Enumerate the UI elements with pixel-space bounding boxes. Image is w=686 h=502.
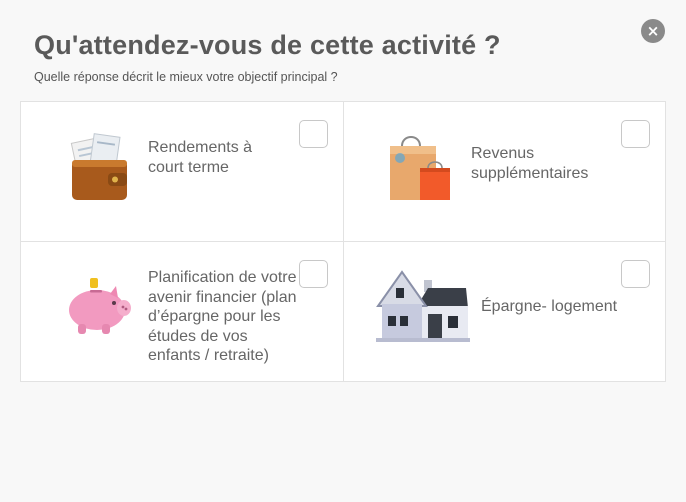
shopping-bags-icon — [390, 136, 450, 200]
option-additional-income[interactable]: Revenus supplémentaires — [343, 102, 665, 241]
option-label: Planification de votre avenir financier … — [148, 269, 297, 364]
options-grid: Rendements à court terme Revenus supplém… — [20, 101, 666, 382]
option-checkbox[interactable] — [299, 120, 328, 148]
piggy-bank-icon — [69, 278, 131, 334]
option-short-term-returns[interactable]: Rendements à court terme — [21, 102, 343, 241]
option-label: Épargne- logement — [481, 298, 618, 315]
option-home-savings[interactable]: Épargne- logement — [343, 241, 665, 381]
option-checkbox[interactable] — [299, 260, 328, 288]
wallet-icon — [70, 133, 127, 200]
option-checkbox[interactable] — [621, 120, 650, 148]
house-icon — [376, 270, 470, 342]
dialog-subtitle: Quelle réponse décrit le mieux votre obj… — [34, 70, 338, 84]
option-label: Rendements à court terme — [148, 139, 253, 176]
close-button[interactable]: × — [641, 19, 665, 43]
dialog-title: Qu'attendez-vous de cette activité ? — [34, 30, 501, 60]
option-checkbox[interactable] — [621, 260, 650, 288]
option-financial-planning[interactable]: Planification de votre avenir financier … — [21, 241, 343, 381]
option-label: Revenus supplémentaires — [471, 145, 589, 182]
